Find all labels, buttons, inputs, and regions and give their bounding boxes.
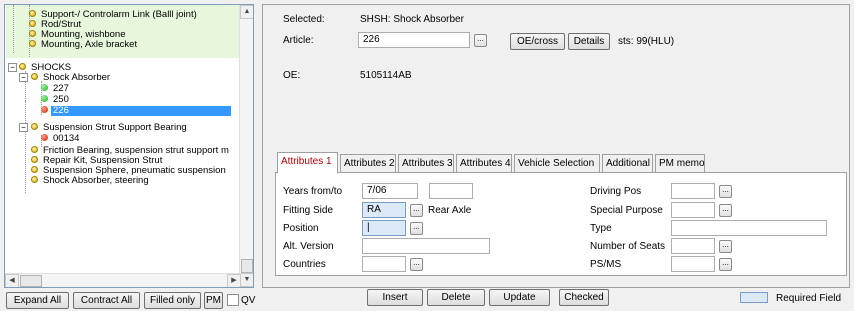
tab-attributes-4[interactable]: Attributes 4 bbox=[456, 154, 512, 173]
driving-pos-label: Driving Pos bbox=[590, 186, 642, 197]
fitting-side-description: Rear Axle bbox=[428, 205, 472, 216]
selected-label: Selected: bbox=[283, 14, 325, 25]
special-purpose-lookup-button[interactable]: ... bbox=[719, 204, 732, 217]
seats-lookup-button[interactable]: ... bbox=[719, 240, 732, 253]
scroll-down-arrow-icon[interactable]: ▼ bbox=[240, 273, 253, 287]
alt-version-input[interactable] bbox=[362, 238, 490, 254]
tree-node[interactable]: Mounting, Axle bracket bbox=[29, 40, 139, 50]
category-icon bbox=[29, 20, 36, 27]
tab-pm-memo[interactable]: PM memo bbox=[655, 154, 705, 173]
psms-lookup-button[interactable]: ... bbox=[719, 258, 732, 271]
type-label: Type bbox=[590, 223, 612, 234]
pm-button[interactable]: PM bbox=[204, 292, 223, 309]
tab-attributes-2[interactable]: Attributes 2 bbox=[340, 154, 396, 173]
position-label: Position bbox=[283, 223, 319, 234]
tree-node-article-selected[interactable]: 226 bbox=[41, 106, 231, 116]
tree-connector bbox=[13, 5, 14, 53]
countries-lookup-button[interactable]: ... bbox=[410, 258, 423, 271]
scroll-left-arrow-icon[interactable]: ◀ bbox=[5, 274, 19, 287]
category-icon bbox=[31, 123, 38, 130]
contract-all-button[interactable]: Contract All bbox=[73, 292, 140, 309]
horizontal-scroll-thumb[interactable] bbox=[20, 275, 42, 287]
expand-all-button[interactable]: Expand All bbox=[6, 292, 69, 309]
qv-checkbox[interactable] bbox=[227, 294, 239, 306]
category-icon bbox=[31, 146, 38, 153]
position-input[interactable]: | bbox=[362, 220, 406, 236]
collapse-toggle[interactable]: − bbox=[8, 63, 17, 72]
tree-connector bbox=[25, 101, 26, 193]
driving-pos-lookup-button[interactable]: ... bbox=[719, 185, 732, 198]
tree-node-shock-absorber[interactable]: Shock Absorber bbox=[31, 73, 112, 83]
category-icon bbox=[29, 10, 36, 17]
special-purpose-input[interactable] bbox=[671, 202, 715, 218]
tree-node-article[interactable]: 00134 bbox=[41, 134, 81, 144]
status-red-icon bbox=[41, 106, 48, 113]
collapse-toggle[interactable]: − bbox=[19, 73, 28, 82]
tree-node[interactable]: Shock Absorber, steering bbox=[31, 176, 151, 186]
position-lookup-button[interactable]: ... bbox=[410, 222, 423, 235]
tree-node-article[interactable]: 227 bbox=[41, 84, 71, 94]
oe-cross-button[interactable]: OE/cross bbox=[510, 33, 565, 50]
qv-label: QV bbox=[241, 295, 256, 306]
psms-label: PS/MS bbox=[590, 259, 622, 270]
article-input[interactable]: 226 bbox=[358, 32, 470, 48]
special-purpose-label: Special Purpose bbox=[590, 205, 663, 216]
alt-version-label: Alt. Version bbox=[283, 241, 334, 252]
required-field-swatch bbox=[740, 292, 768, 303]
insert-button[interactable]: Insert bbox=[367, 289, 423, 306]
article-label: Article: bbox=[283, 35, 314, 46]
fitting-side-label: Fitting Side bbox=[283, 205, 334, 216]
category-icon bbox=[29, 30, 36, 37]
countries-label: Countries bbox=[283, 259, 326, 270]
status-green-icon bbox=[41, 84, 48, 91]
tab-attributes-1[interactable]: Attributes 1 bbox=[277, 152, 338, 174]
details-button[interactable]: Details bbox=[568, 33, 610, 50]
status-text: sts: 99(HLU) bbox=[618, 36, 675, 47]
type-input[interactable] bbox=[671, 220, 827, 236]
article-lookup-button[interactable]: ... bbox=[474, 34, 487, 47]
seats-label: Number of Seats bbox=[590, 241, 666, 252]
category-icon bbox=[19, 63, 26, 70]
update-button[interactable]: Update bbox=[489, 289, 550, 306]
tab-additional[interactable]: Additional bbox=[602, 154, 653, 173]
category-icon bbox=[29, 40, 36, 47]
tab-attributes-3[interactable]: Attributes 3 bbox=[398, 154, 454, 173]
category-icon bbox=[31, 156, 38, 163]
status-red-icon bbox=[41, 134, 48, 141]
tree-horizontal-scrollbar[interactable]: ◀ ▶ bbox=[5, 273, 241, 287]
checked-button[interactable]: Checked bbox=[559, 289, 609, 306]
countries-input[interactable] bbox=[362, 256, 406, 272]
filled-only-button[interactable]: Filled only bbox=[144, 292, 201, 309]
psms-input[interactable] bbox=[671, 256, 715, 272]
seats-input[interactable] bbox=[671, 238, 715, 254]
required-field-label: Required Field bbox=[776, 293, 842, 304]
selected-value: SHSH: Shock Absorber bbox=[360, 14, 464, 25]
tree-node-article[interactable]: 250 bbox=[41, 95, 71, 105]
delete-button[interactable]: Delete bbox=[427, 289, 485, 306]
tab-vehicle-selection[interactable]: Vehicle Selection bbox=[514, 154, 600, 173]
years-to-input[interactable] bbox=[429, 183, 473, 199]
tree-vertical-scrollbar[interactable]: ▲ ▼ bbox=[239, 5, 253, 287]
fitting-side-lookup-button[interactable]: ... bbox=[410, 204, 423, 217]
vertical-scroll-thumb[interactable] bbox=[241, 259, 253, 273]
years-from-input[interactable]: 7/06 bbox=[362, 183, 418, 199]
category-icon bbox=[31, 166, 38, 173]
scroll-up-arrow-icon[interactable]: ▲ bbox=[240, 5, 253, 19]
fitting-side-input[interactable]: RA bbox=[362, 202, 406, 218]
category-icon bbox=[31, 73, 38, 80]
oe-value: 5105114AB bbox=[360, 70, 412, 81]
status-green-icon bbox=[41, 95, 48, 102]
category-icon bbox=[31, 176, 38, 183]
scroll-right-arrow-icon[interactable]: ▶ bbox=[227, 274, 241, 287]
collapse-toggle[interactable]: − bbox=[19, 123, 28, 132]
tree-node-strut-bearing[interactable]: Suspension Strut Support Bearing bbox=[31, 123, 189, 133]
oe-label: OE: bbox=[283, 70, 301, 81]
category-tree[interactable]: Support-/ Controlarm Link (Balll joint) … bbox=[4, 4, 254, 288]
driving-pos-input[interactable] bbox=[671, 183, 715, 199]
years-label: Years from/to bbox=[283, 186, 343, 197]
